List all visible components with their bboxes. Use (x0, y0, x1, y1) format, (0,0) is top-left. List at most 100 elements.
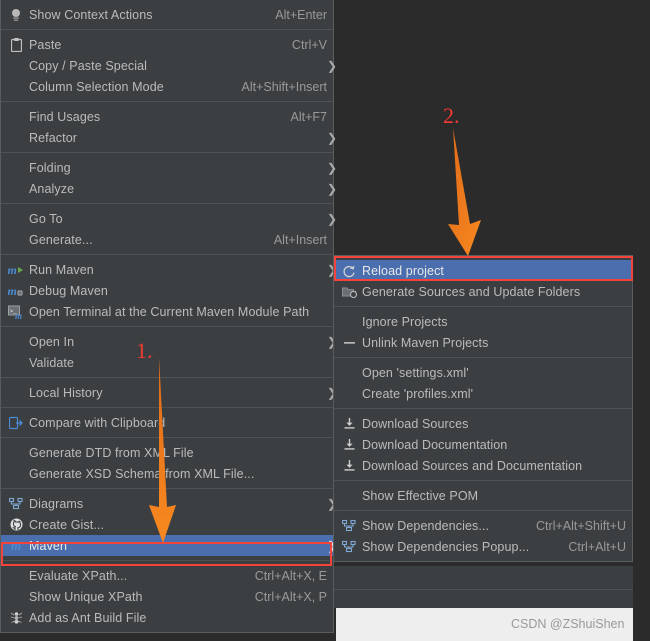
maven-debug-icon: m (3, 283, 29, 299)
no-icon (336, 488, 362, 504)
menu-separator (1, 254, 333, 255)
menu-item-folding[interactable]: Folding ❯ (1, 157, 338, 178)
menu-separator (334, 306, 632, 307)
maven-submenu[interactable]: Reload project Generate Sources and Updat… (333, 255, 633, 562)
no-icon (336, 386, 362, 402)
maven-run-icon: m (3, 262, 29, 278)
lightbulb-icon (3, 7, 29, 23)
menu-item-ignore-projects[interactable]: Ignore Projects (334, 311, 632, 332)
menu-item-label: Show Unique XPath (29, 589, 143, 604)
screenshot-root: Show Context Actions Alt+Enter Paste Ctrl+V… (0, 0, 650, 641)
no-icon (336, 314, 362, 330)
menu-item-refactor[interactable]: Refactor ❯ (1, 127, 338, 148)
menu-item-label: Show Dependencies... (362, 518, 490, 533)
svg-text:m: m (8, 284, 17, 298)
no-icon (3, 466, 29, 482)
menu-item-shortcut: Alt+Shift+Insert (241, 79, 327, 94)
menu-item-add-as-ant-build-file[interactable]: Add as Ant Build File (1, 607, 333, 628)
menu-item-find-usages[interactable]: Find Usages Alt+F7 (1, 106, 333, 127)
menu-item-unlink-maven-projects[interactable]: Unlink Maven Projects (334, 332, 632, 353)
menu-item-label: Refactor (29, 130, 78, 145)
menu-item-label: Open Terminal at the Current Maven Modul… (29, 304, 310, 319)
menu-item-download-sources[interactable]: Download Sources (334, 413, 632, 434)
menu-item-label: Run Maven (29, 262, 94, 277)
menu-item-label: Folding (29, 160, 71, 175)
menu-item-evaluate-xpath[interactable]: Evaluate XPath... Ctrl+Alt+X, E (1, 565, 333, 586)
menu-item-label: Open 'settings.xml' (362, 365, 469, 380)
step-1-arrow (149, 357, 176, 543)
menu-item-generate-sources-and-update-folders[interactable]: Generate Sources and Update Folders (334, 281, 632, 302)
svg-text:m: m (15, 311, 22, 319)
menu-item-label: Reload project (362, 263, 445, 278)
menu-item-label: Column Selection Mode (29, 79, 164, 94)
no-icon (3, 589, 29, 605)
chevron-right-icon: ❯ (327, 211, 338, 226)
chevron-right-icon: ❯ (317, 263, 337, 277)
menu-item-go-to[interactable]: Go To ❯ (1, 208, 338, 229)
menu-item-reload-project[interactable]: Reload project (334, 260, 632, 281)
generate-sources-icon (336, 284, 362, 300)
no-icon (3, 385, 29, 401)
menu-item-debug-maven[interactable]: m Debug Maven (1, 280, 333, 301)
menu-separator (334, 480, 632, 481)
download-icon (336, 458, 362, 474)
menu-separator (1, 560, 333, 561)
menu-item-label: Evaluate XPath... (29, 568, 128, 583)
menu-item-show-dependencies-popup[interactable]: Show Dependencies Popup... Ctrl+Alt+U (334, 536, 632, 557)
chevron-right-icon: ❯ (327, 160, 338, 175)
menu-item-label: Unlink Maven Projects (362, 335, 489, 350)
menu-item-download-sources-and-documentation[interactable]: Download Sources and Documentation (334, 455, 632, 476)
chevron-right-icon: ❯ (317, 497, 337, 511)
menu-item-label: Find Usages (29, 109, 101, 124)
no-icon (3, 130, 29, 146)
no-icon (3, 58, 29, 74)
maven-icon: m (10, 537, 22, 553)
menu-separator (1, 101, 333, 102)
menu-item-analyze[interactable]: Analyze ❯ (1, 178, 338, 199)
terminal-maven-icon: >_ m (3, 304, 29, 320)
menu-item-label: Go To (29, 211, 63, 226)
menu-item-generate[interactable]: Generate... Alt+Insert (1, 229, 333, 250)
menu-item-run-maven[interactable]: m Run Maven ❯ (1, 259, 337, 280)
menu-item-open-in[interactable]: Open In ❯ (1, 331, 337, 352)
menu-separator (1, 203, 333, 204)
menu-item-show-effective-pom[interactable]: Show Effective POM (334, 485, 632, 506)
menu-item-download-documentation[interactable]: Download Documentation (334, 434, 632, 455)
chevron-right-icon: ❯ (317, 386, 337, 400)
menu-item-label: Generate... (29, 232, 93, 247)
menu-item-label: Analyze (29, 181, 75, 196)
svg-text:m: m (8, 263, 17, 277)
chevron-right-icon: ❯ (327, 130, 338, 145)
no-icon (3, 232, 29, 248)
step-2-arrow (448, 128, 481, 256)
menu-item-create-profiles-xml[interactable]: Create 'profiles.xml' (334, 383, 632, 404)
no-icon (3, 334, 29, 350)
menu-item-open-terminal-at-the-current-maven-module-path[interactable]: >_ m Open Terminal at the Current Maven Mo… (1, 301, 333, 322)
menu-item-label: Download Sources and Documentation (362, 458, 583, 473)
chevron-right-icon: ❯ (327, 181, 338, 196)
menu-item-label: Add as Ant Build File (29, 610, 147, 625)
menu-item-label: Copy / Paste Special (29, 58, 148, 73)
backdrop-row-2 (333, 590, 633, 608)
menu-separator (1, 326, 333, 327)
no-icon (3, 211, 29, 227)
menu-item-show-context-actions[interactable]: Show Context Actions Alt+Enter (1, 4, 333, 25)
menu-separator (334, 357, 632, 358)
menu-separator (334, 408, 632, 409)
menu-item-copy-paste-special[interactable]: Copy / Paste Special ❯ (1, 55, 337, 76)
diagram-icon (336, 539, 362, 555)
menu-item-open-settings-xml[interactable]: Open 'settings.xml' (334, 362, 632, 383)
menu-item-label: Download Documentation (362, 437, 508, 452)
ant-icon (3, 610, 29, 626)
menu-item-paste[interactable]: Paste Ctrl+V (1, 34, 333, 55)
backdrop-row-1 (333, 566, 633, 590)
menu-item-label: Create 'profiles.xml' (362, 386, 474, 401)
menu-item-shortcut: Alt+Enter (275, 7, 327, 22)
menu-item-shortcut: Ctrl+Alt+X, E (254, 568, 327, 583)
menu-item-column-selection-mode[interactable]: Column Selection Mode Alt+Shift+Insert (1, 76, 333, 97)
menu-item-show-unique-xpath[interactable]: Show Unique XPath Ctrl+Alt+X, P (1, 586, 333, 607)
menu-item-show-dependencies[interactable]: Show Dependencies... Ctrl+Alt+Shift+U (334, 515, 632, 536)
diagram-icon (336, 518, 362, 534)
menu-item-shortcut: Ctrl+Alt+U (568, 539, 626, 554)
menu-item-shortcut: Alt+F7 (290, 109, 327, 124)
